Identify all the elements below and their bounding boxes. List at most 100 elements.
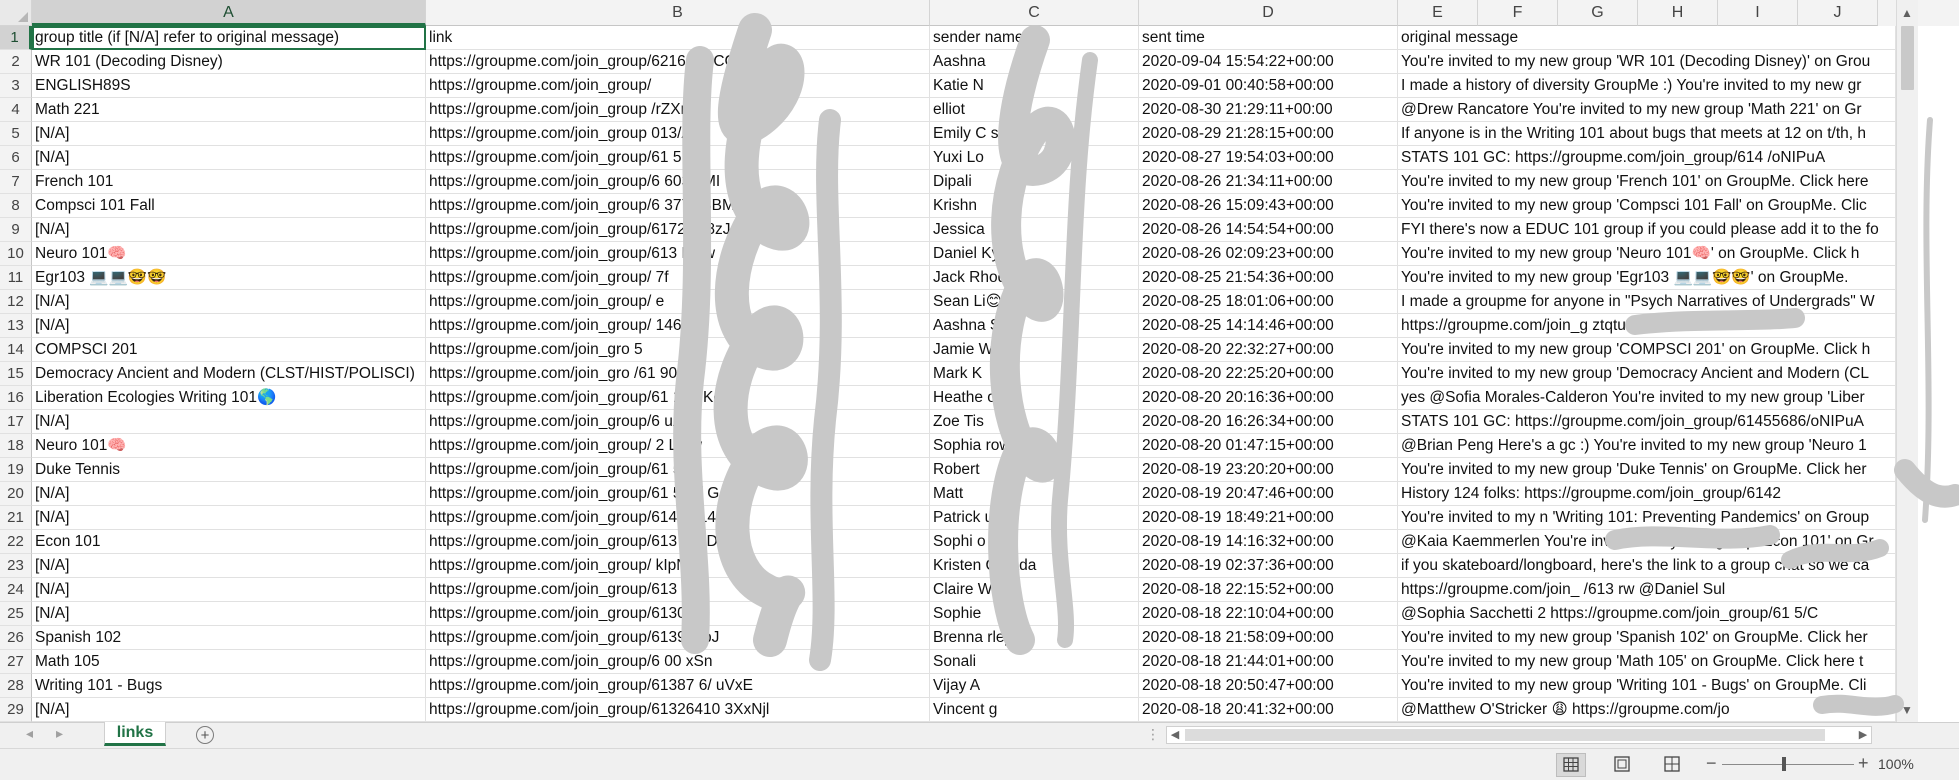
cell-group-title[interactable]: [N/A] — [32, 410, 426, 434]
column-header-j[interactable]: J — [1798, 0, 1878, 26]
cell-sent-time[interactable]: 2020-08-18 22:10:04+00:00 — [1139, 602, 1398, 626]
scroll-right-arrow-icon[interactable]: ▶ — [1855, 727, 1871, 743]
cell-link[interactable]: https://groupme.com/join_group/ — [426, 74, 930, 98]
cell-sender-name[interactable]: Brenna rley — [930, 626, 1139, 650]
cell-group-title[interactable]: [N/A] — [32, 482, 426, 506]
cell-sender-name[interactable]: Sonali — [930, 650, 1139, 674]
cell-sent-time[interactable]: 2020-08-20 20:16:36+00:00 — [1139, 386, 1398, 410]
cell-original-message[interactable]: @Sophia Sacchetti 2 https://groupme.com/… — [1398, 602, 1896, 626]
cell-sender-name[interactable]: Zoe Tis — [930, 410, 1139, 434]
cell-original-message[interactable]: original message — [1398, 26, 1896, 50]
cell-original-message[interactable]: @Brian Peng Here's a gc :) You're invite… — [1398, 434, 1896, 458]
page-break-preview-button[interactable] — [1658, 753, 1688, 777]
row-header[interactable]: 25 — [0, 602, 32, 626]
cell-link[interactable]: https://groupme.com/join_group/613 dc1D — [426, 530, 930, 554]
cell-link[interactable]: https://groupme.com/join_group/ kIpN — [426, 554, 930, 578]
cell-sent-time[interactable]: 2020-08-25 14:14:46+00:00 — [1139, 314, 1398, 338]
cell-sender-name[interactable]: Vincent g — [930, 698, 1139, 722]
cell-group-title[interactable]: French 101 — [32, 170, 426, 194]
cell-group-title[interactable]: Democracy Ancient and Modern (CLST/HIST/… — [32, 362, 426, 386]
cell-sent-time[interactable]: 2020-08-19 02:37:36+00:00 — [1139, 554, 1398, 578]
cell-link[interactable]: https://groupme.com/join_group/6 603 eMI — [426, 170, 930, 194]
cell-original-message[interactable]: @Drew Rancatore You're invited to my new… — [1398, 98, 1896, 122]
cell-group-title[interactable]: ENGLISH89S — [32, 74, 426, 98]
cell-sent-time[interactable]: 2020-08-20 16:26:34+00:00 — [1139, 410, 1398, 434]
row-header[interactable]: 13 — [0, 314, 32, 338]
zoom-out-button[interactable]: − — [1706, 753, 1717, 774]
cell-sent-time[interactable]: 2020-08-25 18:01:06+00:00 — [1139, 290, 1398, 314]
cell-sender-name[interactable]: elliot — [930, 98, 1139, 122]
cell-original-message[interactable]: FYI there's now a EDUC 101 group if you … — [1398, 218, 1896, 242]
cell-sent-time[interactable]: 2020-08-19 20:47:46+00:00 — [1139, 482, 1398, 506]
cell-group-title[interactable]: [N/A] — [32, 290, 426, 314]
cell-link[interactable]: https://groupme.com/join_group/6 00 xSn — [426, 650, 930, 674]
cell-group-title[interactable]: [N/A] — [32, 218, 426, 242]
cell-group-title[interactable]: [N/A] — [32, 578, 426, 602]
cell-original-message[interactable]: https://groupme.com/join_ /613 rw @Danie… — [1398, 578, 1896, 602]
cell-sender-name[interactable]: Claire Wa g — [930, 578, 1139, 602]
row-header[interactable]: 2 — [0, 50, 32, 74]
cell-link[interactable]: https://groupme.com/join_gro /61 90 kO — [426, 362, 930, 386]
cell-sender-name[interactable]: Mark K — [930, 362, 1139, 386]
cell-link[interactable]: https://groupme.com/join_group/ 7f — [426, 266, 930, 290]
cell-group-title[interactable]: [N/A] — [32, 698, 426, 722]
previous-sheet-icon[interactable]: ◂ — [26, 725, 33, 742]
cell-original-message[interactable]: @Kaia Kaemmerlen You're invited to my ne… — [1398, 530, 1896, 554]
row-header[interactable]: 19 — [0, 458, 32, 482]
cell-original-message[interactable]: You're invited to my new group 'Duke Ten… — [1398, 458, 1896, 482]
cell-link[interactable]: link — [426, 26, 930, 50]
cell-sender-name[interactable]: Matt — [930, 482, 1139, 506]
cell-link[interactable]: https://groupme.com/join_group/61 527/ G — [426, 482, 930, 506]
cell-sender-name[interactable]: Sean Li😊 — [930, 290, 1139, 314]
cell-original-message[interactable]: https://groupme.com/join_g ztqtuKxW — [1398, 314, 1896, 338]
vertical-scrollbar[interactable]: ▲ ▼ — [1896, 0, 1918, 722]
column-header-c[interactable]: C — [930, 0, 1139, 26]
cell-link[interactable]: https://groupme.com/join_group/6172 Cr8z… — [426, 218, 930, 242]
scroll-left-arrow-icon[interactable]: ◀ — [1167, 727, 1183, 743]
cell-link[interactable]: https://groupme.com/join_group 013/A — [426, 122, 930, 146]
tab-splitter-icon[interactable]: ⋮ — [1146, 726, 1160, 743]
cell-sent-time[interactable]: 2020-08-29 21:28:15+00:00 — [1139, 122, 1398, 146]
normal-view-button[interactable] — [1556, 753, 1586, 777]
cell-sender-name[interactable]: Jack Rhod — [930, 266, 1139, 290]
column-header-d[interactable]: D — [1139, 0, 1398, 26]
row-header[interactable]: 4 — [0, 98, 32, 122]
cell-link[interactable]: https://groupme.com/join_group/ 146 qt — [426, 314, 930, 338]
cell-group-title[interactable]: Compsci 101 Fall — [32, 194, 426, 218]
row-header[interactable]: 26 — [0, 626, 32, 650]
row-header[interactable]: 18 — [0, 434, 32, 458]
row-header[interactable]: 7 — [0, 170, 32, 194]
column-header-a[interactable]: A — [32, 0, 426, 26]
cell-sent-time[interactable]: 2020-08-18 21:44:01+00:00 — [1139, 650, 1398, 674]
cell-original-message[interactable]: @Matthew O'Stricker 😩 https://groupme.co… — [1398, 698, 1896, 722]
row-header[interactable]: 12 — [0, 290, 32, 314]
cell-sender-name[interactable]: Sophia row — [930, 434, 1139, 458]
cell-original-message[interactable]: I made a history of diversity GroupMe :)… — [1398, 74, 1896, 98]
cell-group-title[interactable]: [N/A] — [32, 314, 426, 338]
cell-sent-time[interactable]: 2020-09-01 00:40:58+00:00 — [1139, 74, 1398, 98]
zoom-level[interactable]: 100% — [1878, 756, 1914, 772]
row-header[interactable]: 20 — [0, 482, 32, 506]
cell-link[interactable]: https://groupme.com/join_group/61 175 Kc… — [426, 386, 930, 410]
cell-sent-time[interactable]: 2020-08-19 18:49:21+00:00 — [1139, 506, 1398, 530]
cell-sent-time[interactable]: 2020-08-18 21:58:09+00:00 — [1139, 626, 1398, 650]
cell-sent-time[interactable]: 2020-08-20 22:32:27+00:00 — [1139, 338, 1398, 362]
cell-group-title[interactable]: Liberation Ecologies Writing 101🌎 — [32, 386, 426, 410]
cell-original-message[interactable]: yes @Sofia Morales-Calderon You're invit… — [1398, 386, 1896, 410]
cell-sent-time[interactable]: 2020-08-26 02:09:23+00:00 — [1139, 242, 1398, 266]
cell-group-title[interactable]: Spanish 102 — [32, 626, 426, 650]
cell-sent-time[interactable]: 2020-08-19 14:16:32+00:00 — [1139, 530, 1398, 554]
cell-sender-name[interactable]: Aashna — [930, 50, 1139, 74]
cell-group-title[interactable]: Neuro 101🧠 — [32, 434, 426, 458]
cell-link[interactable]: https://groupme.com/join_group/61 52/ — [426, 458, 930, 482]
cell-sender-name[interactable]: Katie N — [930, 74, 1139, 98]
cell-sender-name[interactable]: Daniel Ky g l — [930, 242, 1139, 266]
horizontal-scrollbar[interactable]: ◀ ▶ — [1166, 726, 1872, 744]
cell-sent-time[interactable]: 2020-08-18 22:15:52+00:00 — [1139, 578, 1398, 602]
cell-sender-name[interactable]: Kristen Qu ada — [930, 554, 1139, 578]
cell-original-message[interactable]: If anyone is in the Writing 101 about bu… — [1398, 122, 1896, 146]
cell-sent-time[interactable]: 2020-08-26 14:54:54+00:00 — [1139, 218, 1398, 242]
zoom-slider[interactable] — [1722, 764, 1854, 765]
cell-link[interactable]: https://groupme.com/join_gro 5 — [426, 338, 930, 362]
cell-original-message[interactable]: I made a groupme for anyone in "Psych Na… — [1398, 290, 1896, 314]
